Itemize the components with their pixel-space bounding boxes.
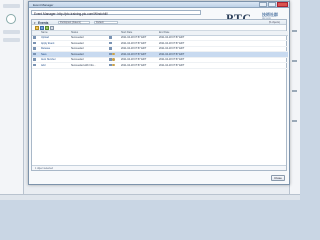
events-table: Name Status Start Date End Date Upload Su…	[32, 31, 288, 69]
event-icon	[33, 47, 36, 50]
close-button[interactable]: Close	[271, 175, 285, 181]
event-icon	[33, 36, 36, 39]
info-icon[interactable]	[109, 63, 112, 67]
dialog-titlebar[interactable]: Event Manager	[29, 2, 289, 8]
background-circle-icon	[6, 14, 16, 24]
close-window-button[interactable]	[277, 2, 288, 7]
events-panel-title: Events	[38, 20, 49, 25]
events-panel: ▾ Events Participant (Fatemi) Default (5…	[31, 19, 288, 171]
event-manager-dialog: Event Manager Event Manager: http://ptc-…	[28, 1, 290, 185]
gear-icon[interactable]	[112, 52, 115, 56]
row-type-icon	[32, 62, 40, 69]
row-start-date: 2011-04-18 07:57 EDT	[120, 62, 158, 69]
event-icon	[33, 58, 36, 61]
info-icon[interactable]	[109, 36, 112, 39]
folder-icon[interactable]	[35, 26, 39, 30]
row-info-icon	[108, 62, 120, 69]
background-tick	[292, 90, 297, 92]
view-filter[interactable]: Default	[94, 20, 118, 25]
background-status-bar	[0, 194, 300, 200]
background-block	[3, 30, 20, 34]
info-icon[interactable]	[109, 47, 112, 50]
edit-icon[interactable]	[45, 26, 49, 30]
info-icon[interactable]	[109, 52, 112, 56]
row-empty	[196, 62, 288, 69]
url-bar: Event Manager: http://ptc-training.ptc.c…	[31, 10, 201, 16]
selection-status-text: 1 object selected	[35, 167, 53, 170]
events-toolbar	[32, 25, 286, 31]
background-block	[3, 38, 20, 42]
background-tick	[292, 30, 297, 32]
background-right-strip	[289, 0, 300, 200]
background-block	[3, 4, 20, 8]
background-tick	[292, 120, 297, 122]
gear-icon[interactable]	[112, 58, 115, 61]
participant-filter[interactable]: Participant (Fatemi)	[58, 20, 90, 25]
info-icon[interactable]	[109, 41, 112, 45]
help-icon[interactable]	[50, 26, 54, 30]
info-icon[interactable]	[109, 58, 112, 61]
event-icon	[33, 52, 36, 56]
background-left-panel	[0, 0, 24, 200]
collapse-icon[interactable]: ▾	[34, 21, 36, 25]
event-icon	[33, 41, 36, 45]
object-count: (5 objects)	[268, 21, 280, 24]
minimize-button[interactable]	[259, 2, 267, 7]
view-icon[interactable]	[40, 26, 44, 30]
selection-status: 1 object selected	[32, 165, 286, 170]
table-row[interactable]: Add Succeeded with Info... 2011-04-18 07:5…	[32, 62, 288, 69]
event-icon	[33, 63, 36, 67]
background-tick	[292, 60, 297, 62]
gear-icon[interactable]	[112, 63, 115, 67]
row-name[interactable]: Add	[40, 62, 70, 69]
dialog-title: Event Manager	[33, 3, 54, 7]
row-end-date: 2011-04-18 07:57 EDT	[158, 62, 196, 69]
row-status: Succeeded with Info...	[70, 62, 108, 69]
maximize-button[interactable]	[268, 2, 276, 7]
url-text: Event Manager: http://ptc-training.ptc.c…	[34, 11, 108, 16]
